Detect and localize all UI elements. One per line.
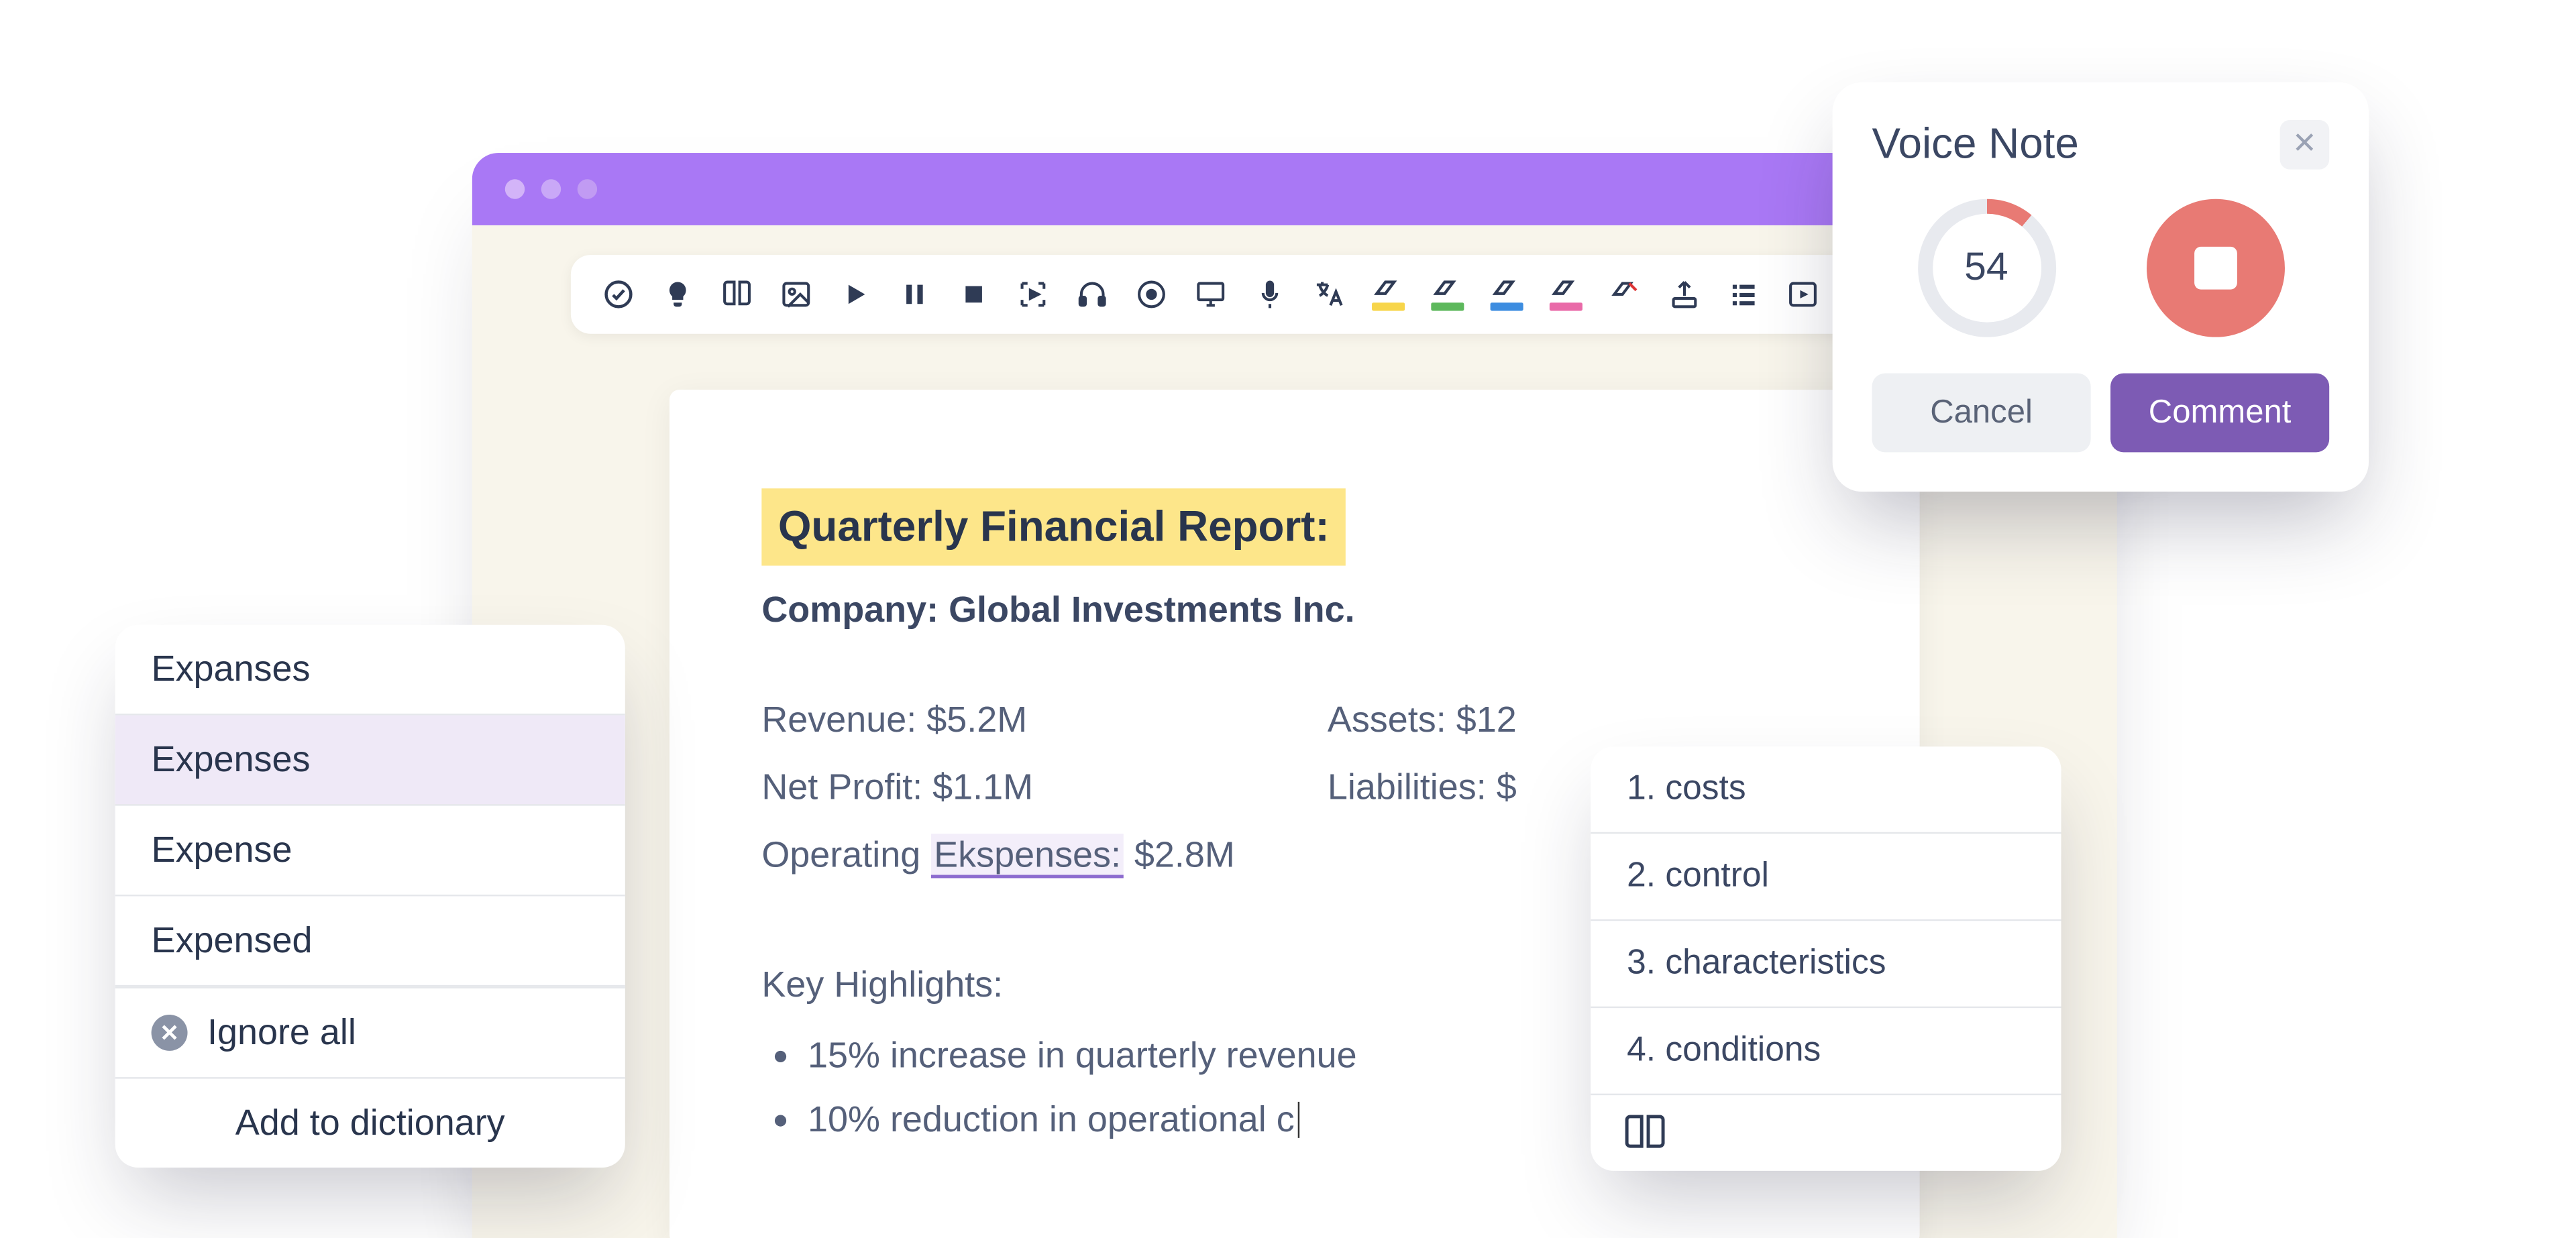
spell-suggestion[interactable]: Expenses (115, 716, 625, 806)
misspelled-word[interactable]: Ekspenses: (930, 834, 1124, 878)
voice-note-title: Voice Note (1872, 119, 2078, 170)
prediction-popover: 1. costs 2. control 3. characteristics 4… (1591, 746, 2061, 1171)
check-circle-icon[interactable] (600, 276, 637, 313)
lightbulb-icon[interactable] (659, 276, 696, 313)
play-button-icon[interactable] (1785, 276, 1821, 313)
play-icon[interactable] (837, 276, 873, 313)
prediction-item[interactable]: 1. costs (1591, 746, 2061, 834)
ignore-all-label: Ignore all (207, 1011, 356, 1054)
vocab-list-icon[interactable] (1725, 276, 1762, 313)
ignore-icon: ✕ (152, 1015, 188, 1051)
window-dot-zoom-icon[interactable] (578, 179, 597, 199)
dictionary-icon[interactable] (1623, 1115, 1666, 1151)
recording-progress-icon: 54 (1917, 199, 2055, 337)
voice-note-panel: Voice Note ✕ 54 Cancel Comment (1833, 82, 2369, 492)
add-to-dictionary-button[interactable]: Add to dictionary (115, 1077, 625, 1168)
toolbar (571, 255, 2019, 334)
collect-highlights-icon[interactable] (1666, 276, 1703, 313)
close-icon: ✕ (2292, 127, 2317, 161)
stop-recording-button[interactable] (2146, 199, 2284, 337)
comment-button[interactable]: Comment (2110, 374, 2329, 453)
prediction-item[interactable]: 2. control (1591, 834, 2061, 921)
highlighter-blue-icon[interactable] (1489, 276, 1525, 313)
spell-suggestion[interactable]: Expense (115, 806, 625, 897)
document-subtitle: Company: Global Investments Inc. (761, 582, 1827, 636)
metric-net-profit: Net Profit: $1.1M (761, 760, 1261, 814)
headphones-icon[interactable] (1074, 276, 1110, 313)
highlighter-yellow-icon[interactable] (1371, 276, 1407, 313)
ignore-all-button[interactable]: ✕ Ignore all (115, 987, 625, 1077)
stop-icon[interactable] (956, 276, 992, 313)
stop-icon (2194, 247, 2237, 290)
prediction-item[interactable]: 3. characteristics (1591, 921, 2061, 1008)
spell-suggestion[interactable]: Expanses (115, 625, 625, 716)
audio-maker-icon[interactable] (1134, 276, 1170, 313)
pause-icon[interactable] (896, 276, 932, 313)
dictionary-open-icon[interactable] (719, 276, 755, 313)
window-dot-minimize-icon[interactable] (541, 179, 561, 199)
close-button[interactable]: ✕ (2280, 119, 2330, 169)
window-dot-close-icon[interactable] (505, 179, 525, 199)
document-title: Quarterly Financial Report: (761, 488, 1346, 565)
erase-highlight-icon[interactable] (1607, 276, 1644, 313)
prediction-item[interactable]: 4. conditions (1591, 1008, 2061, 1095)
metric-assets: Assets: $12 (1328, 692, 1827, 746)
spellcheck-popover: Expanses Expenses Expense Expensed ✕ Ign… (115, 625, 625, 1168)
metric-operating: Operating Ekspenses: $2.8M (761, 827, 1261, 881)
microphone-icon[interactable] (1252, 276, 1288, 313)
highlighter-green-icon[interactable] (1430, 276, 1466, 313)
highlighter-pink-icon[interactable] (1548, 276, 1584, 313)
screen-mask-icon[interactable] (1193, 276, 1229, 313)
play-screenshot-icon[interactable] (1015, 276, 1051, 313)
recording-seconds: 54 (1932, 214, 2041, 323)
image-icon[interactable] (778, 276, 814, 313)
cancel-button[interactable]: Cancel (1872, 374, 2090, 453)
spell-suggestion[interactable]: Expensed (115, 896, 625, 987)
translate-icon[interactable] (1311, 276, 1347, 313)
text-caret-icon (1295, 1099, 1299, 1139)
metric-revenue: Revenue: $5.2M (761, 692, 1261, 746)
